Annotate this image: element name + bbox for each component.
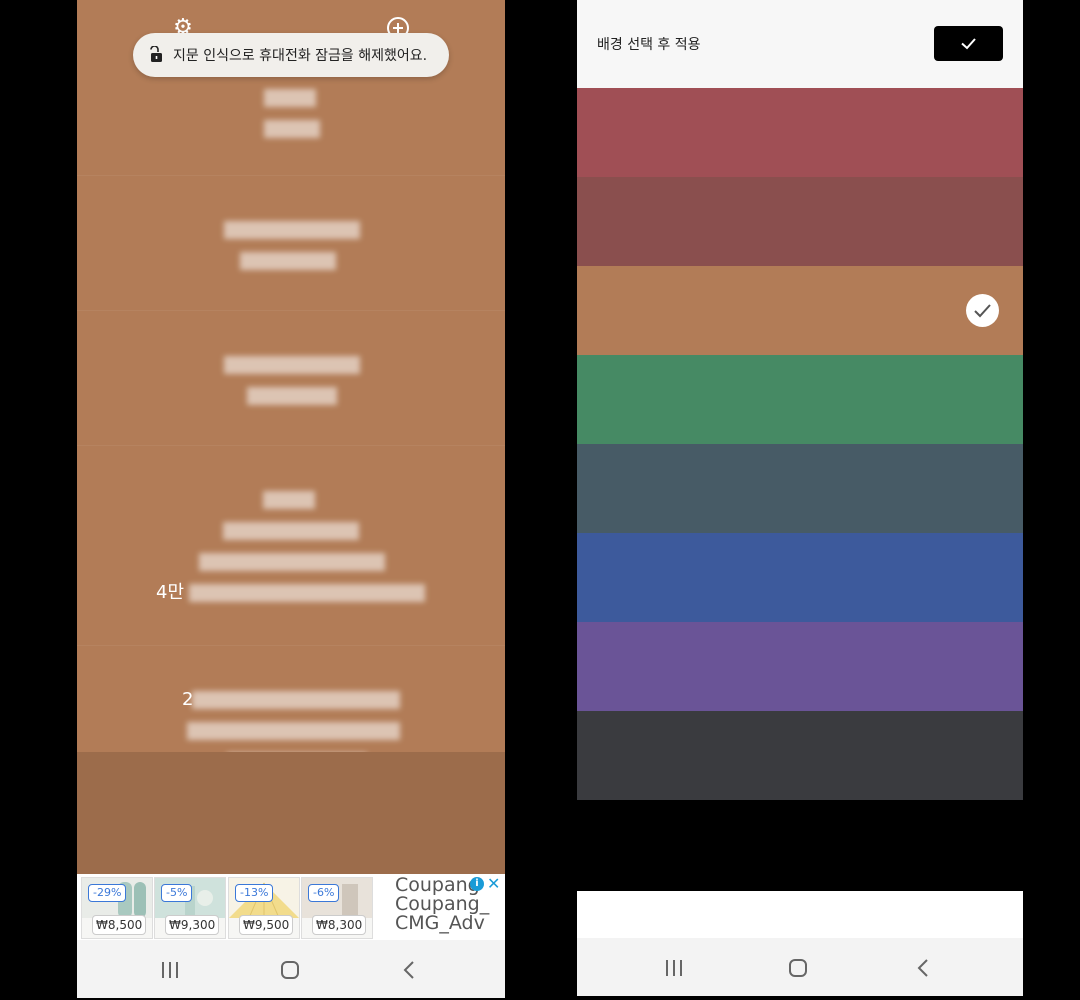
memo-item[interactable]: 4만	[77, 445, 505, 646]
toast-text: 지문 인식으로 휴대전화 잠금을 해제했어요.	[173, 48, 428, 64]
price-label: ₩8,500	[92, 915, 147, 935]
discount-badge: -29%	[88, 884, 127, 902]
unlock-toast: 지문 인식으로 휴대전화 잠금을 해제했어요.	[133, 33, 449, 77]
ad-close-icon[interactable]: ✕	[487, 874, 500, 893]
ad-advertiser-text[interactable]: Coupang Coupang_ CMG_Adv	[395, 876, 501, 933]
ad-product-2[interactable]: -5% ₩9,300	[154, 877, 226, 939]
system-nav-bar	[577, 938, 1023, 996]
ad-product-3[interactable]: -13% ₩9,500	[228, 877, 300, 939]
memo-item[interactable]	[77, 175, 505, 311]
apply-button[interactable]	[934, 26, 1003, 61]
selected-check-icon	[966, 294, 999, 327]
system-nav-bar	[77, 940, 505, 998]
memo-list: 4만 2	[77, 0, 505, 771]
color-swatch[interactable]	[577, 622, 1023, 711]
discount-badge: -5%	[161, 884, 193, 902]
color-swatch[interactable]	[577, 88, 1023, 177]
header-title: 배경 선택 후 적용	[597, 37, 701, 53]
color-swatch[interactable]	[577, 355, 1023, 444]
discount-badge: -13%	[235, 884, 274, 902]
recent-apps-icon[interactable]	[158, 958, 182, 982]
memo-item[interactable]: 2	[77, 645, 505, 771]
price-label: ₩9,500	[239, 915, 294, 935]
memo-visible-text: 4만	[156, 582, 185, 603]
color-swatch[interactable]	[577, 533, 1023, 622]
recent-apps-icon[interactable]	[662, 956, 686, 980]
ad-banner[interactable]: -29% ₩8,500 -5% ₩9,300 -13% ₩9,500 -6% ₩…	[77, 874, 505, 940]
ad-text-line: CMG_Adv	[395, 912, 485, 934]
left-phone-screen: 4만 2 ⚙ 지문 인식으로 휴대전화 잠금을 해제했어요. -29% ₩8,5…	[77, 0, 505, 998]
bottom-sheet-area	[77, 752, 505, 874]
color-swatch[interactable]	[577, 444, 1023, 533]
price-label: ₩8,300	[312, 915, 367, 935]
price-label: ₩9,300	[165, 915, 220, 935]
back-icon[interactable]	[398, 958, 422, 982]
ad-info-icon[interactable]: i	[470, 877, 484, 891]
blank-area	[577, 891, 1023, 938]
ad-product-4[interactable]: -6% ₩8,300	[301, 877, 373, 939]
memo-item[interactable]	[77, 70, 505, 176]
memo-item[interactable]	[77, 310, 505, 446]
color-swatch[interactable]	[577, 711, 1023, 800]
home-icon[interactable]	[786, 956, 810, 980]
check-icon	[961, 38, 976, 50]
right-phone-screen: 배경 선택 후 적용	[577, 0, 1023, 1000]
background-picker-header: 배경 선택 후 적용	[577, 0, 1023, 88]
unlock-icon	[150, 46, 162, 62]
back-icon[interactable]	[912, 956, 936, 980]
color-swatch[interactable]	[577, 177, 1023, 266]
color-swatch[interactable]	[577, 266, 1023, 355]
ad-product-1[interactable]: -29% ₩8,500	[81, 877, 153, 939]
home-icon[interactable]	[278, 958, 302, 982]
discount-badge: -6%	[308, 884, 340, 902]
